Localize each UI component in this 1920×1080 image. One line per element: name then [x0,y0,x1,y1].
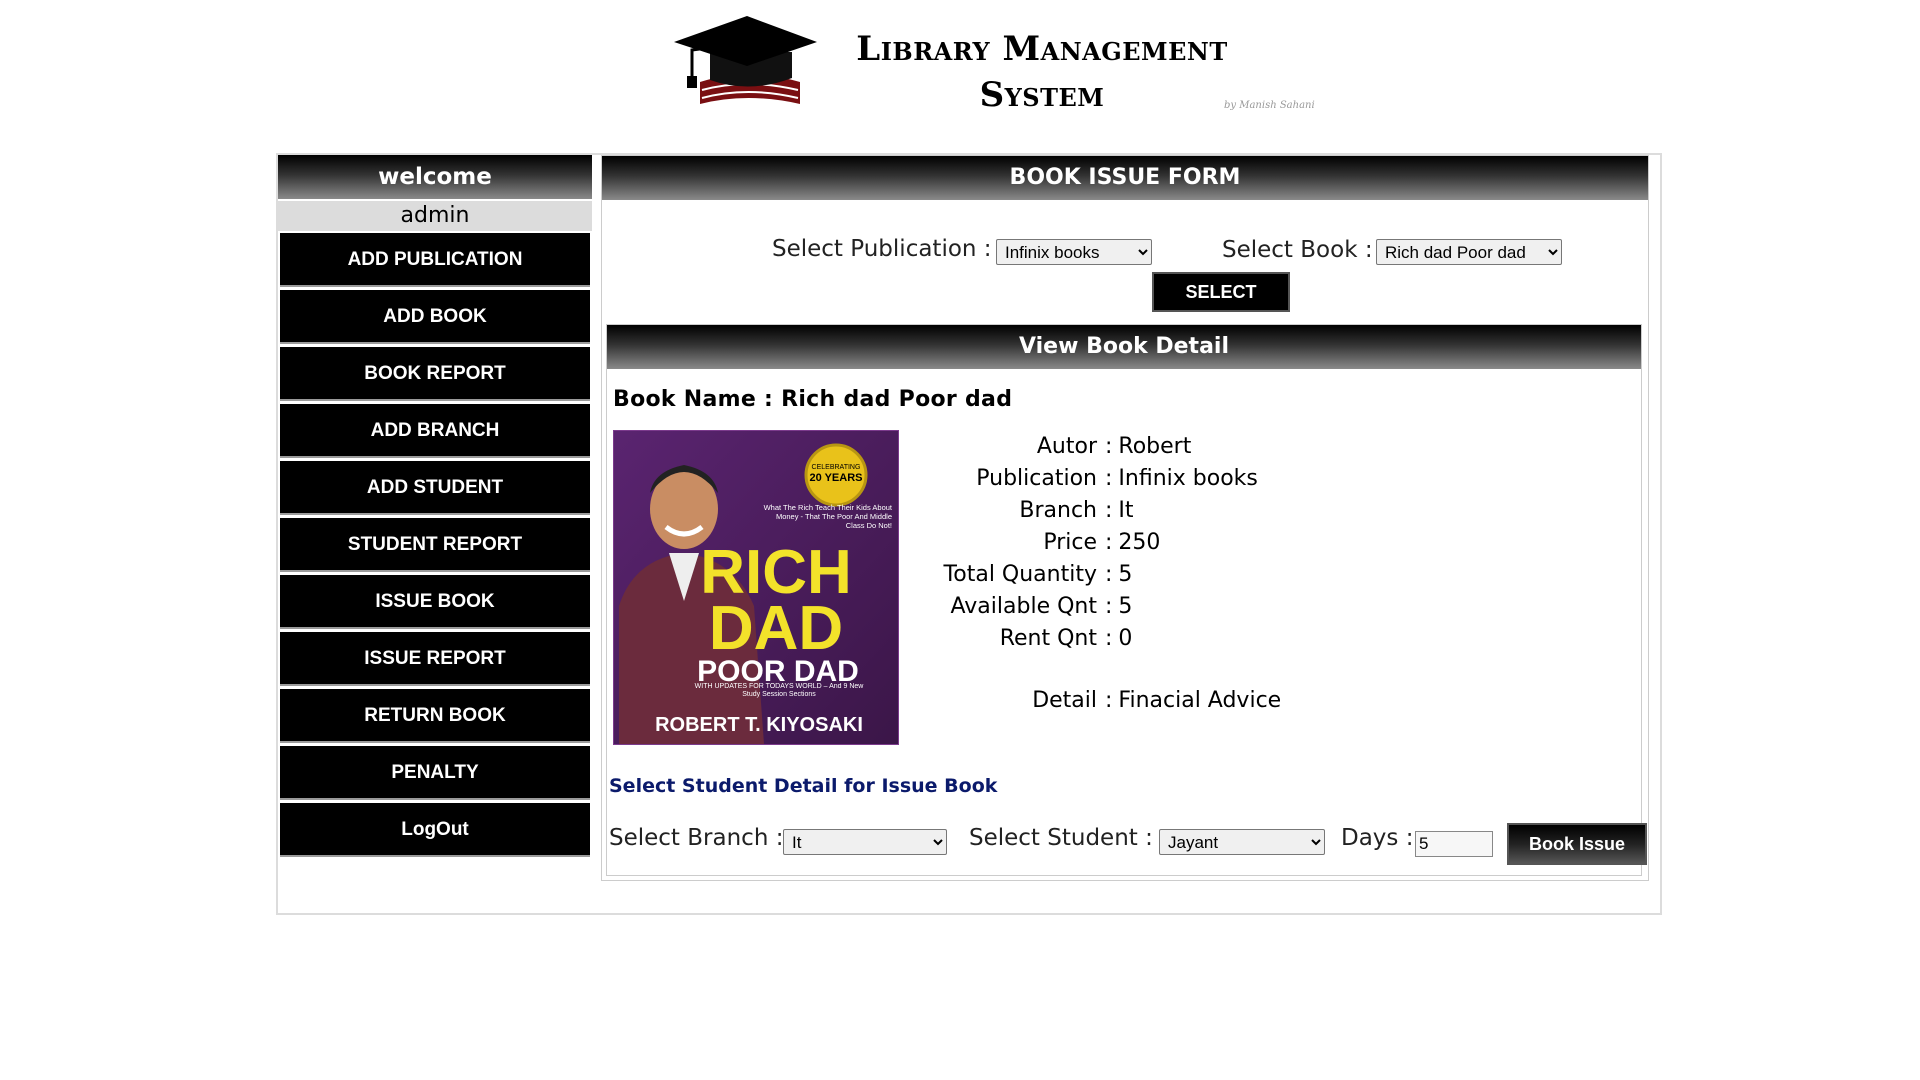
publication-book-row: Select Publication : Infinix books Selec… [602,236,1648,270]
branch-select[interactable]: It [783,829,947,855]
book-cover-art: CELEBRATING 20 YEARS What The Rich Teach… [614,431,898,744]
sidebar: welcome admin ADD PUBLICATION ADD BOOK B… [278,155,592,855]
info-value: Finacial Advice [1118,688,1282,713]
app-logo: Library Management System by Manish Saha… [672,12,1332,122]
publication-select[interactable]: Infinix books [996,239,1152,265]
days-input[interactable] [1415,831,1493,857]
graduation-cap-icon [674,16,817,104]
app-title-line1: Library Management [856,29,1228,69]
cover-author: ROBERT T. KIYOSAKI [655,714,863,736]
cover-subtitle: WITH UPDATES FOR TODAYS WORLD – And 9 Ne… [694,683,864,698]
form-title: BOOK ISSUE FORM [602,156,1648,200]
book-detail-section: View Book Detail Book Name : Rich dad Po… [606,324,1647,876]
info-key: Detail [1032,688,1097,713]
cover-badge-line2: 20 YEARS [810,472,863,484]
info-key: Publication [976,466,1097,491]
info-row-author: Autor: Robert [857,431,1457,463]
info-value: Robert [1118,434,1192,459]
info-value: 250 [1118,530,1161,555]
info-value: 0 [1118,626,1133,651]
days-label: Days : [1341,825,1414,851]
nav-add-branch[interactable]: ADD BRANCH [280,404,590,456]
book-name: Book Name : Rich dad Poor dad [613,387,1013,412]
student-label: Select Student : [969,825,1153,851]
issue-row: Select Branch : It Select Student : Jaya… [607,823,1647,867]
info-key: Total Quantity [943,562,1097,587]
info-key: Available Qnt [950,594,1097,619]
nav-add-book[interactable]: ADD BOOK [280,290,590,342]
info-key: Rent Qnt [999,626,1097,651]
current-user: admin [278,201,592,231]
nav-student-report[interactable]: STUDENT REPORT [280,518,590,570]
info-row-rent-qnt: Rent Qnt:0 [857,623,1457,655]
welcome-heading: welcome [278,155,592,199]
nav-issue-report[interactable]: ISSUE REPORT [280,632,590,684]
nav-issue-book[interactable]: ISSUE BOOK [280,575,590,627]
info-value: 5 [1118,594,1133,619]
info-value: 5 [1118,562,1133,587]
info-row-total-quantity: Total Quantity:5 [857,559,1457,591]
info-key: Branch [1019,498,1097,523]
info-row-available-qnt: Available Qnt:5 [857,591,1457,623]
nav-penalty[interactable]: PENALTY [280,746,590,798]
book-issue-button[interactable]: Book Issue [1507,823,1647,865]
nav-return-book[interactable]: RETURN BOOK [280,689,590,741]
student-section-title: Select Student Detail for Issue Book [609,775,998,797]
cover-badge-line1: CELEBRATING [812,464,861,471]
nav-add-student[interactable]: ADD STUDENT [280,461,590,513]
branch-label: Select Branch : [609,825,784,851]
info-row-price: Price:250 [857,527,1457,559]
info-key: Price [1043,530,1097,555]
book-info-list: Autor: Robert Publication: Infinix books B… [857,431,1457,717]
book-select[interactable]: Rich dad Poor dad [1376,239,1562,265]
nav-logout[interactable]: LogOut [280,803,590,855]
nav-book-report[interactable]: BOOK REPORT [280,347,590,399]
nav-add-publication[interactable]: ADD PUBLICATION [280,233,590,285]
info-row-branch: Branch: It [857,495,1457,527]
info-value: Infinix books [1118,466,1258,491]
cover-title-dad: DAD [709,594,843,663]
app-title-line2: System [979,75,1105,115]
info-row-detail: Detail: Finacial Advice [857,685,1457,717]
student-select[interactable]: Jayant [1159,829,1325,855]
app-credit: by Manish Sahani [1224,100,1315,111]
info-value: It [1118,498,1134,523]
app-title: Library Management System [832,26,1252,118]
info-key: Autor [1036,434,1097,459]
select-button[interactable]: SELECT [1152,272,1290,312]
info-row-publication: Publication: Infinix books [857,463,1457,495]
detail-title: View Book Detail [607,325,1641,369]
publication-label: Select Publication : [772,236,992,262]
book-issue-panel: BOOK ISSUE FORM Select Publication : Inf… [601,155,1649,881]
book-label: Select Book : [1222,237,1373,263]
